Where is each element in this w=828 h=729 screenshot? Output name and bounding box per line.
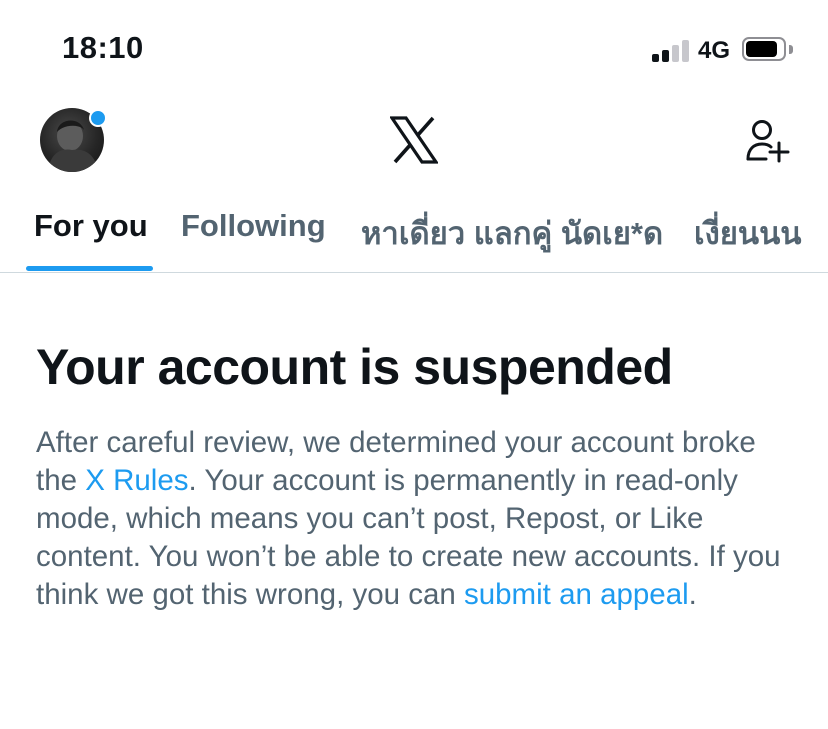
status-time: 18:10 (62, 30, 144, 65)
timeline-tabs: For you Following หาเดี่ยว แลกคู่ นัดเย*… (0, 196, 828, 272)
tabs-divider (0, 272, 828, 273)
network-type: 4G (698, 37, 731, 64)
signal-bar (662, 50, 669, 62)
signal-bar (672, 45, 679, 62)
battery-icon (742, 37, 786, 61)
suspension-message: After careful review, we determined your… (36, 424, 796, 614)
signal-bar (682, 40, 689, 62)
add-user-icon (746, 120, 790, 163)
tab-following[interactable]: Following (181, 208, 326, 244)
status-bar: 18:10 4G (0, 0, 828, 96)
x-logo-icon[interactable] (388, 116, 440, 164)
suspension-title: Your account is suspended (36, 339, 673, 395)
tab-for-you[interactable]: For you (34, 208, 148, 244)
battery-cap (789, 45, 793, 54)
cellular-signal-icon (652, 38, 692, 62)
notification-dot (89, 109, 107, 127)
add-user-button[interactable] (742, 118, 790, 164)
suspended-screen: 18:10 4G For you Following หาเดี่ยว แลกค… (0, 0, 828, 729)
submit-appeal-link[interactable]: submit an appeal (464, 578, 689, 611)
active-tab-indicator (26, 266, 153, 271)
tab-list-1[interactable]: หาเดี่ยว แลกคู่ นัดเย*ด (361, 208, 663, 258)
x-rules-link[interactable]: X Rules (85, 464, 188, 497)
signal-bar (652, 54, 659, 62)
message-text: . (688, 578, 697, 611)
battery-level (746, 41, 777, 57)
tab-list-2[interactable]: เงี่ยนนน (694, 208, 801, 258)
